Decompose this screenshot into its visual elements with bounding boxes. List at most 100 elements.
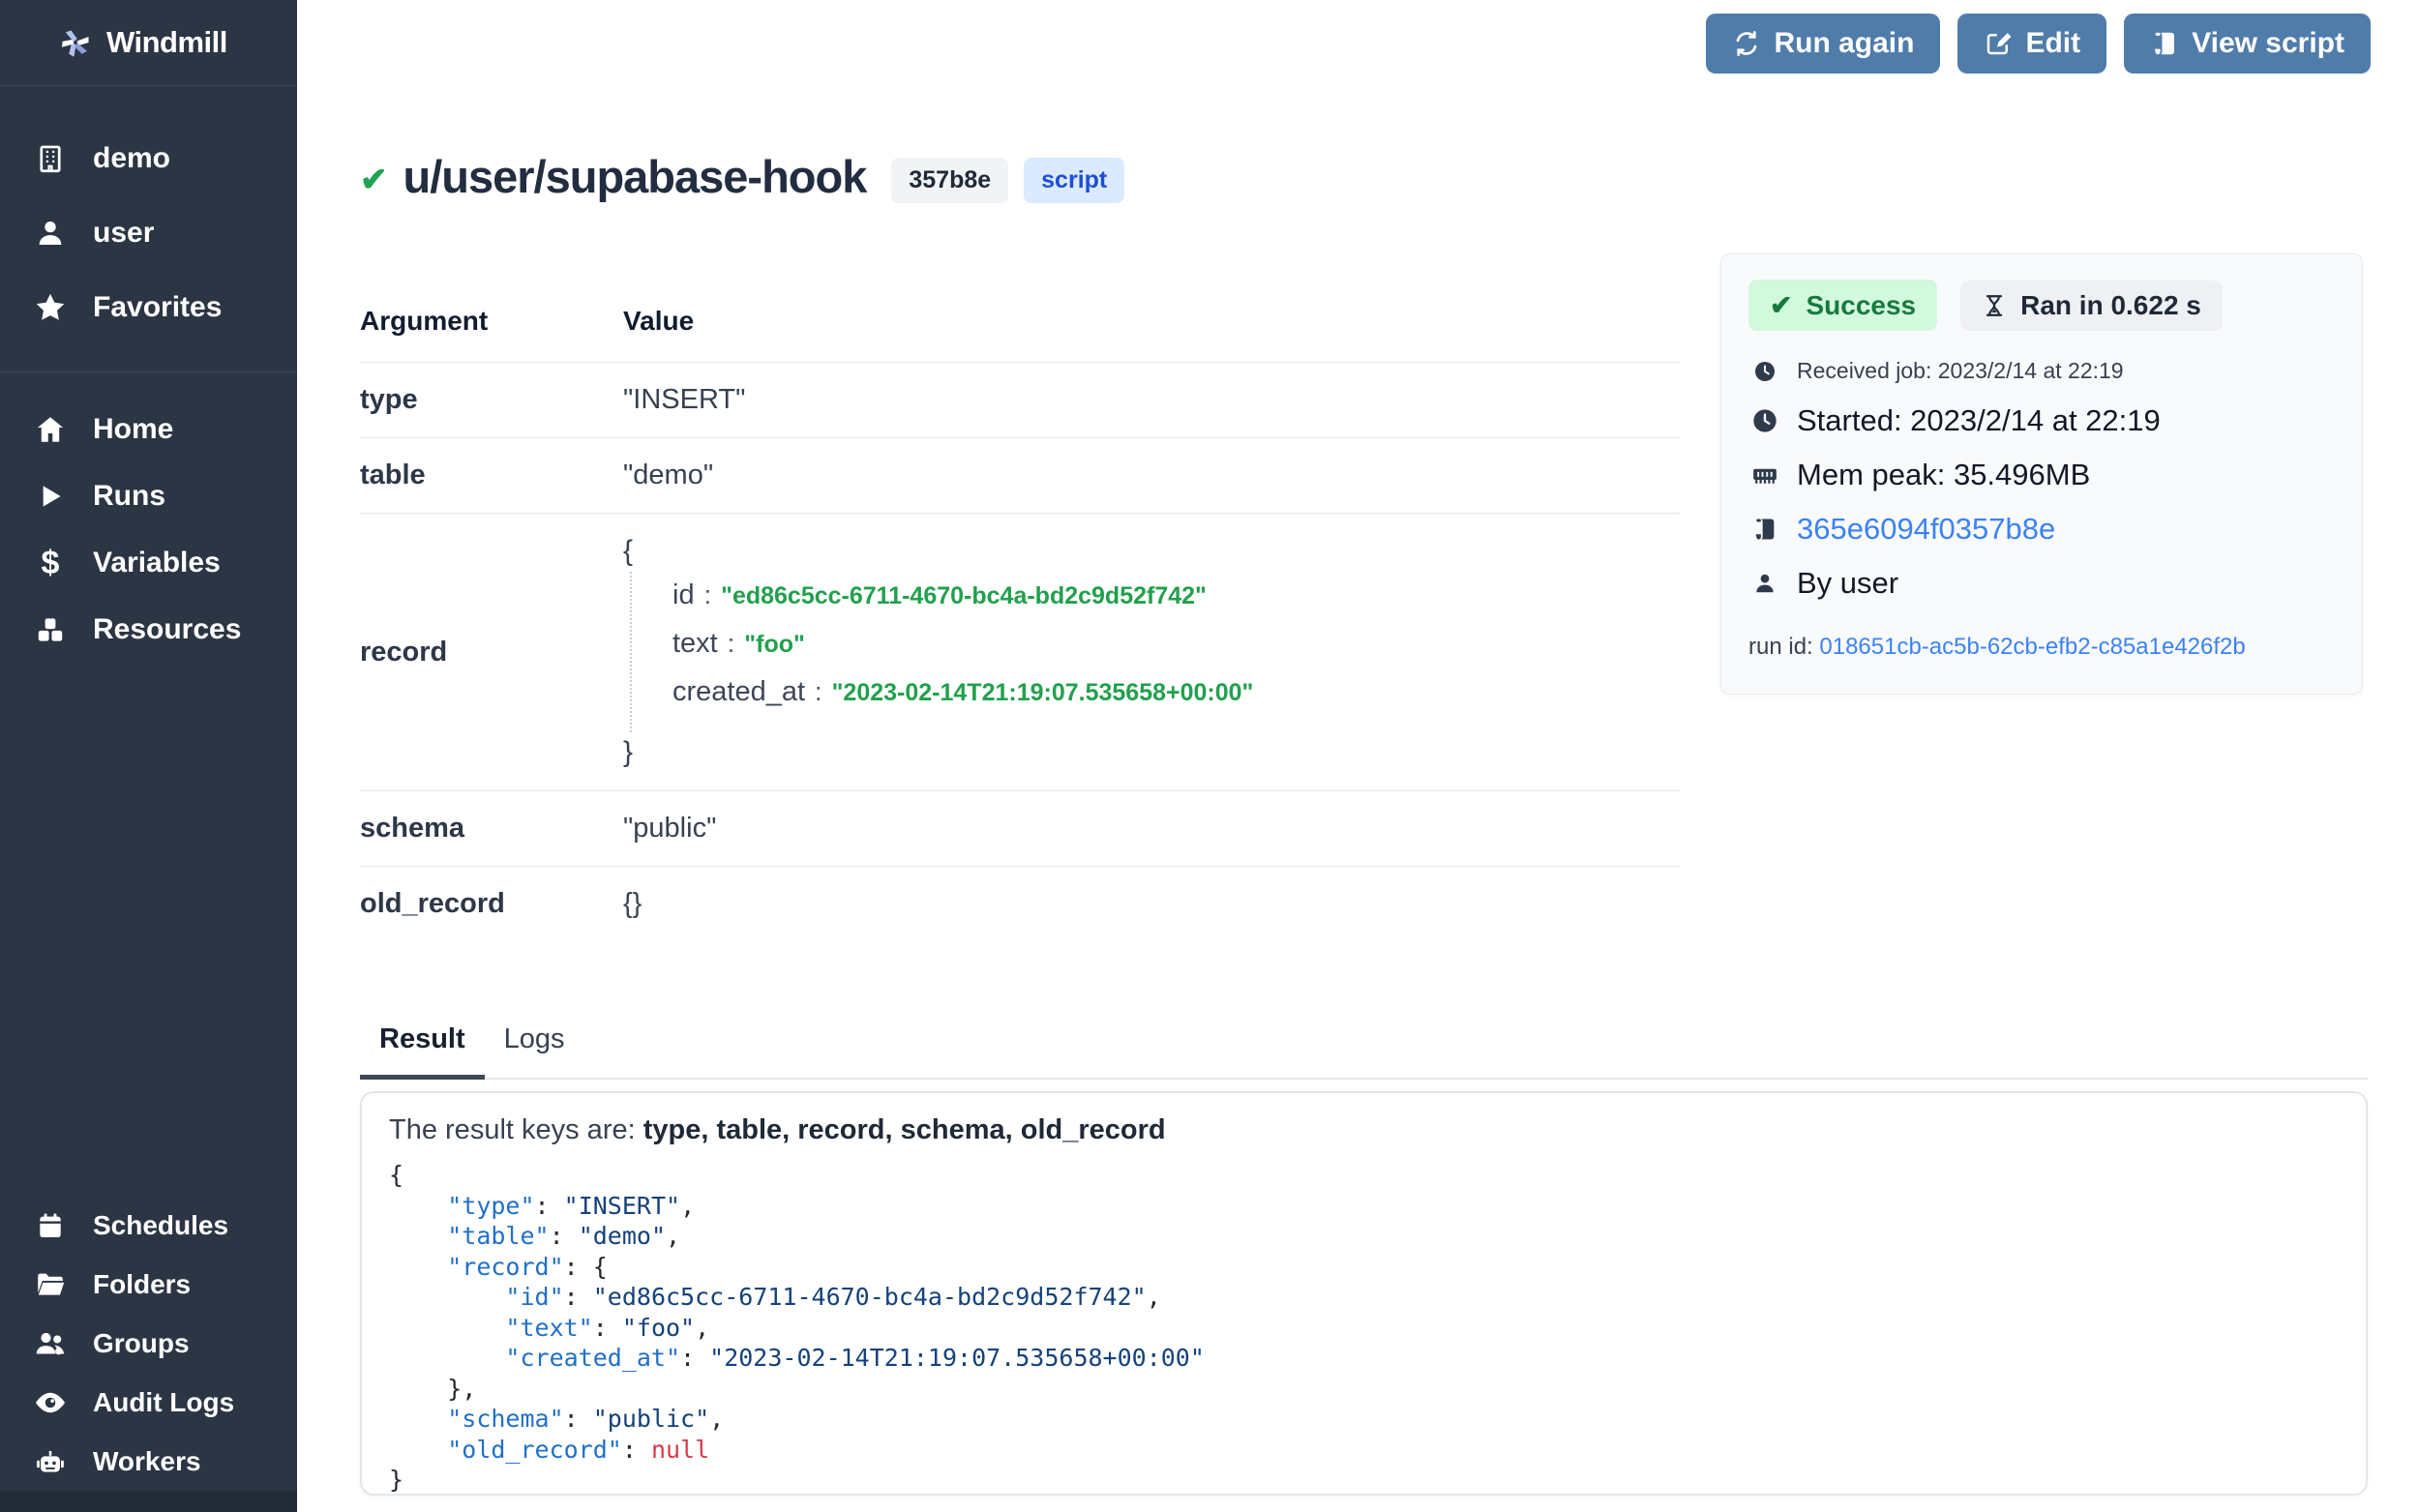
code-token: "text" [505,1314,592,1342]
sidebar-item-audit-logs[interactable]: Audit Logs [0,1373,297,1432]
sidebar-nav-group: Home Runs $ Variables [0,371,297,672]
code-token: "ed86c5cc-6711-4670-bc4a-bd2c9d52f742" [593,1283,1147,1311]
received-job-row: Received job: 2023/2/14 at 22:19 [1748,358,2335,384]
view-script-button[interactable]: View script [2124,14,2371,74]
code-token: "old_record" [447,1436,622,1464]
sidebar-item-label: Runs [93,480,165,513]
robot-icon [33,1445,68,1478]
sidebar-item-favorites[interactable]: Favorites [0,270,297,344]
code-token: , [666,1222,680,1250]
record-value: "foo" [744,631,805,659]
sidebar-item-demo[interactable]: demo [0,121,297,195]
sidebar-item-folders[interactable]: Folders [0,1255,297,1314]
sidebar-footer [0,1491,297,1512]
sidebar-item-home[interactable]: Home [0,396,297,462]
edit-button[interactable]: Edit [1957,14,2106,74]
result-keys-summary: The result keys are: type, table, record… [389,1114,2339,1146]
code-token: "record" [447,1253,563,1281]
run-again-label: Run again [1774,27,1914,60]
code-line: "type": "INSERT", [389,1191,2339,1222]
argument-name: old_record [360,867,623,942]
table-row: schema "public" [360,791,1681,867]
sidebar-item-label: Groups [93,1328,190,1359]
view-script-label: View script [2192,27,2344,60]
code-token: "type" [447,1192,534,1220]
edit-label: Edit [2025,27,2080,60]
code-token: null [651,1436,709,1464]
script-hash-link[interactable]: 365e6094f0357b8e [1797,512,2055,547]
duration-label: Ran in 0.622 s [2020,290,2201,321]
record-colon: : [815,677,822,707]
code-token: : [680,1344,709,1372]
code-token: "2023-02-14T21:19:07.535658+00:00" [709,1344,1205,1372]
mem-peak-text: Mem peak: 35.496MB [1797,458,2090,492]
by-user-row: By user [1748,566,2335,601]
sidebar-item-groups[interactable]: Groups [0,1314,297,1373]
code-token: , [1147,1283,1161,1311]
job-status-card: ✔ Success Ran in 0.622 s [1720,253,2363,695]
code-token: : [622,1436,651,1464]
argument-name: type [360,363,623,438]
mem-peak-row: Mem peak: 35.496MB [1748,458,2335,492]
received-job-text: Received job: 2023/2/14 at 22:19 [1797,358,2124,384]
groups-icon [33,1326,68,1361]
user-icon [1748,571,1781,596]
code-line: "table": "demo", [389,1221,2339,1252]
sidebar-item-variables[interactable]: $ Variables [0,529,297,596]
code-line: "id": "ed86c5cc-6711-4670-bc4a-bd2c9d52f… [389,1282,2339,1313]
code-token: "created_at" [505,1344,680,1372]
windmill-logo[interactable]: Windmill [0,0,297,86]
tab-result[interactable]: Result [360,1018,485,1080]
sidebar-item-runs[interactable]: Runs [0,462,297,529]
argument-column-header: Argument [360,292,623,363]
sidebar-item-schedules[interactable]: Schedules [0,1196,297,1255]
sidebar-item-label: Folders [93,1269,191,1300]
record-entry: id : "ed86c5cc-6711-4670-bc4a-bd2c9d52f7… [672,579,1681,628]
sidebar-item-resources[interactable]: Resources [0,596,297,663]
argument-value: "public" [623,791,1681,867]
sidebar-item-label: Favorites [93,291,222,324]
record-value: "ed86c5cc-6711-4670-bc4a-bd2c9d52f742" [721,582,1207,610]
code-token: , [695,1314,709,1342]
record-open-brace: { [623,535,1681,568]
argument-value: "INSERT" [623,363,1681,438]
sidebar: Windmill demo user [0,0,297,1512]
sidebar-item-label: Workers [93,1446,201,1477]
dollar-icon: $ [33,547,68,579]
sidebar-item-label: user [93,217,154,250]
argument-value: "demo" [623,438,1681,514]
code-token: } [389,1466,403,1494]
record-entry: created_at : "2023-02-14T21:19:07.535658… [672,676,1681,725]
tab-logs[interactable]: Logs [485,1018,584,1080]
status-badges: ✔ Success Ran in 0.622 s [1748,280,2335,331]
page-title: u/user/supabase-hook [403,150,867,203]
record-key: id [672,579,695,611]
code-line: "schema": "public", [389,1404,2339,1435]
sidebar-item-workers[interactable]: Workers [0,1432,297,1491]
code-token [389,1222,447,1250]
code-token: , [680,1192,695,1220]
run-id-link[interactable]: 018651cb-ac5b-62cb-efb2-c85a1e426f2b [1819,634,2245,660]
run-again-button[interactable]: Run again [1706,14,1940,74]
memory-icon [1748,460,1781,489]
value-column-header: Value [623,292,1681,363]
script-kind-badge: script [1024,158,1124,203]
sidebar-item-user[interactable]: user [0,195,297,270]
sidebar-item-label: Audit Logs [93,1387,234,1418]
sidebar-workspace-group: demo user Favorites [0,86,297,371]
script-hash-row: 365e6094f0357b8e [1748,512,2335,547]
toolbar: Run again Edit View script [1706,14,2371,74]
code-token: "foo" [622,1314,695,1342]
code-token: , [709,1405,724,1433]
result-tabs: Result Logs [360,1018,2368,1080]
table-row: record { id : "ed86c5cc-6711-4670-bc4a-b… [360,514,1681,791]
hourglass-icon [1982,293,2007,318]
table-row: type "INSERT" [360,363,1681,438]
title-row: ✔ u/user/supabase-hook 357b8e script [360,150,1124,203]
user-icon [33,217,68,250]
code-line: "created_at": "2023-02-14T21:19:07.53565… [389,1343,2339,1374]
record-colon: : [704,580,712,610]
edit-icon [1984,29,2013,58]
code-token: : [593,1314,622,1342]
scroll-icon [1748,516,1781,543]
